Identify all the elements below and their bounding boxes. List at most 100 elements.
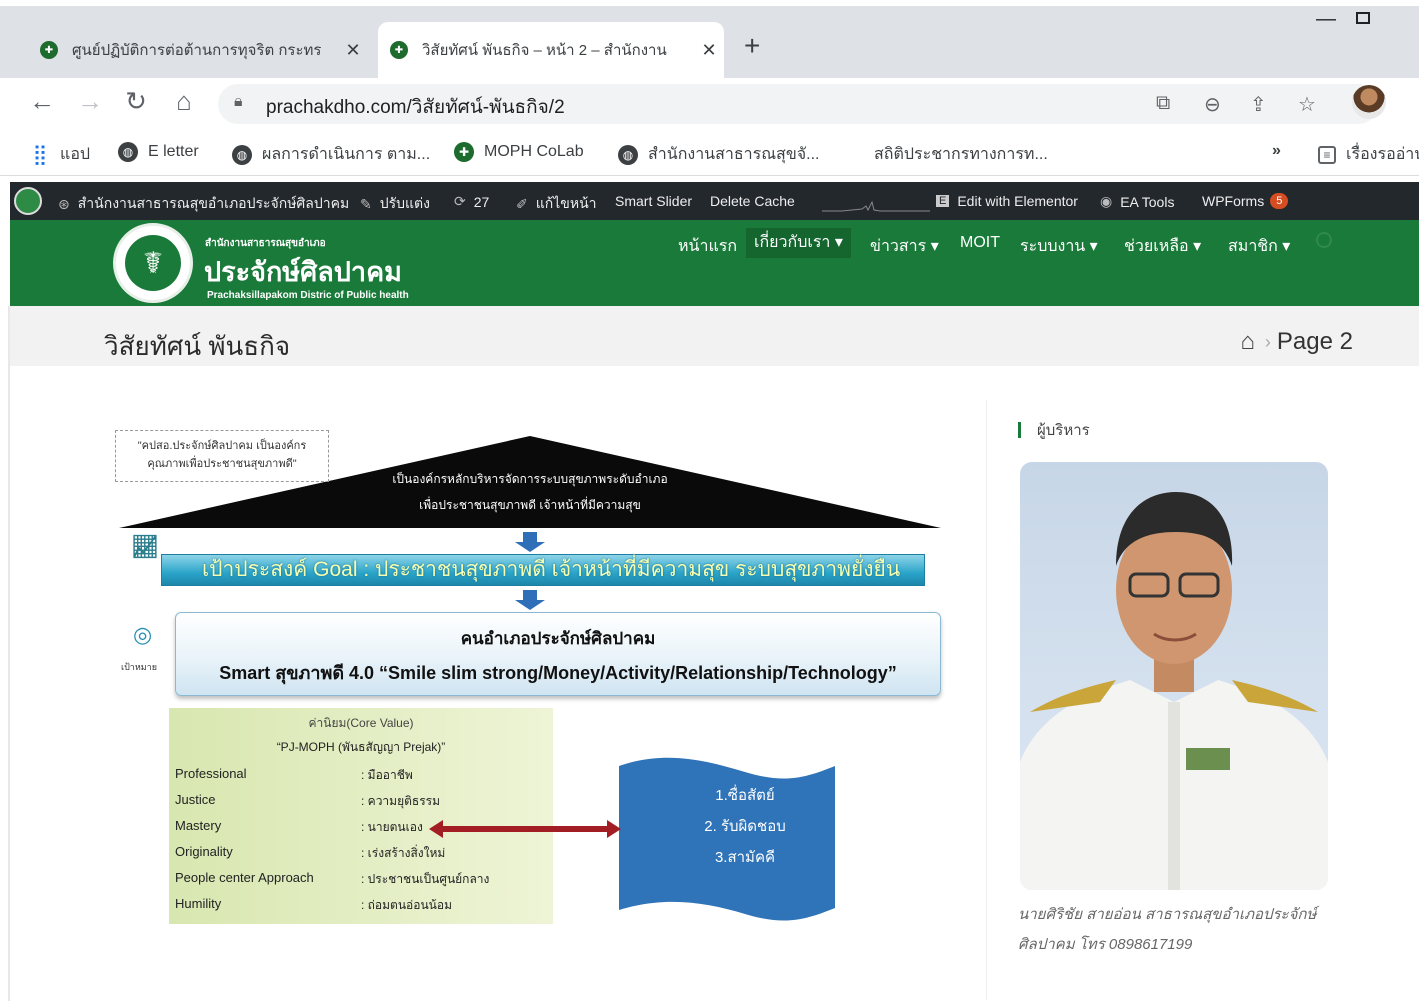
nav-about[interactable]: เกี่ยวกับเรา ▾ [746,228,851,258]
admin-wpforms-label: WPForms [1202,193,1265,209]
admin-delete-cache[interactable]: Delete Cache [710,193,795,209]
flag-line: 1.ซื่อสัตย์ [715,787,775,804]
reload-icon[interactable]: ↻ [118,86,154,117]
lock-icon[interactable]: 🔒︎ [234,93,243,111]
tab-title: ศูนย์ปฏิบัติการต่อต้านการทุจริต กระทร [72,42,322,59]
back-arrow-icon[interactable]: ← [24,86,60,117]
url-text[interactable]: prachakdho.com/วิสัยทัศน์-พันธกิจ/2 [266,92,565,122]
vision-line: เป็นองค์กรหลักบริหารจัดการระบบสุขภาพระดั… [392,472,668,486]
bookmark-moph-colab[interactable]: ✚ MOPH CoLab [454,142,584,162]
bookmark-population-stats[interactable]: สถิติประชากรทางการท... [874,142,1048,167]
page-edge-line [8,306,10,1001]
new-tab-plus-icon[interactable]: + [744,30,760,62]
bookmark-apps[interactable]: ⣿ แอป [30,142,90,167]
minimize-icon[interactable]: — [1316,8,1336,31]
core-value-en: Professional [175,766,247,781]
admin-site-name: สำนักงานสาธารณสุขอำเภอประจักษ์ศิลปาคม [77,195,350,211]
quote-box: "คปสอ.ประจักษ์ศิลปาคม เป็นองค์กร คุณภาพเ… [115,430,329,482]
page-title: วิสัยทัศน์ พันธกิจ [104,331,291,361]
caduceus-icon: ☤ [125,235,181,291]
globe-icon: ◍ [618,144,638,165]
site-logo-icon[interactable] [14,187,42,215]
page-title-bar: วิสัยทัศน์ พันธกิจ ⌂ › Page 2 [10,306,1419,366]
notification-badge: 5 [1270,193,1289,209]
admin-customize-label: ปรับแต่ง [379,195,430,211]
moph-favicon-icon: ✚ [40,41,58,59]
address-bar[interactable]: 🔒︎ prachakdho.com/วิสัยทัศน์-พันธกิจ/2 ⧉… [218,84,1378,124]
browser-toolbar: ← → ↻ ⌂ 🔒︎ prachakdho.com/วิสัยทัศน์-พัน… [0,78,1419,130]
profile-avatar[interactable] [1352,85,1386,119]
core-subtitle: “PJ-MOPH (พันธสัญญา Prejak)” [276,740,446,754]
home-icon[interactable]: ⌂ [166,86,202,117]
vision-line: เพื่อประชาชนสุขภาพดี เจ้าหน้าที่มีความสุ… [419,498,641,512]
zoom-out-icon[interactable]: ⊖ [1204,92,1221,117]
nav-systems[interactable]: ระบบงาน ▾ [1020,234,1098,259]
forward-arrow-icon[interactable]: → [72,86,108,117]
core-value-th: : มืออาชีพ [361,768,413,782]
target-box: คนอำเภอประจักษ์ศิลปาคม Smart สุขภาพดี 4.… [175,612,941,696]
nav-home[interactable]: หน้าแรก [678,234,737,259]
executive-caption: นายศิริชัย สายอ่อน สาธารณสุขอำเภอประจักษ… [1018,906,1317,953]
search-icon[interactable] [1316,232,1332,248]
bookmark-star-icon[interactable]: ☆ [1298,92,1316,117]
core-value-th: : นายตนเอง [361,820,423,834]
bookmark-provincial-office[interactable]: ◍ สำนักงานสาธารณสุขจั... [618,142,819,167]
widget-title: ผู้บริหาร [1018,418,1090,442]
tab-strip: ✚ ศูนย์ปฏิบัติการต่อต้านการทุจริต กระทร … [0,0,1419,78]
core-value-en: Humility [175,896,222,911]
nav-news[interactable]: ข่าวสาร ▾ [870,234,939,259]
admin-customize[interactable]: ✎ ปรับแต่ง [360,193,430,215]
share-icon[interactable]: ⇪ [1250,92,1267,117]
bookmarks-overflow-chevron[interactable]: » [1272,142,1281,160]
up-arrow-icon [515,590,545,610]
site-name-en: Prachaksillapakom Distric of Public heal… [207,290,409,301]
site-subtitle: สำนักงานสาธารณสุขอำเภอ [205,238,326,249]
site-header: ☤ สำนักงานสาธารณสุขอำเภอ ประจักษ์ศิลปาคม… [10,220,1419,306]
vision-text: เป็นองค์กรหลักบริหารจัดการระบบสุขภาพระดั… [375,466,685,518]
bookmark-label: สำนักงานสาธารณสุขจั... [648,146,820,163]
bookmark-label: สถิติประชากรทางการท... [874,146,1048,163]
admin-elementor[interactable]: E Edit with Elementor [936,193,1078,209]
bookmark-results[interactable]: ◍ ผลการดำเนินการ ตาม... [232,142,430,167]
translate-icon[interactable]: ⧉ [1156,92,1170,115]
globe-icon: ◍ [232,144,252,165]
tab-active[interactable]: ✚ วิสัยทัศน์ พันธกิจ – หน้า 2 – สำนักงาน… [378,22,724,78]
close-icon[interactable]: ✕ [338,40,368,61]
nav-moit[interactable]: MOIT [960,234,1000,252]
admin-updates[interactable]: ⟳ 27 [454,193,489,210]
site-name[interactable]: ประจักษ์ศิลปาคม [204,250,402,293]
home-icon[interactable]: ⌂ [1240,328,1255,356]
close-icon[interactable]: ✕ [694,40,724,61]
moph-seal-logo[interactable]: ☤ [113,223,193,303]
nav-members[interactable]: สมาชิก ▾ [1228,234,1290,259]
moph-favicon-icon: ✚ [454,142,474,162]
admin-ea-tools[interactable]: ◉ EA Tools [1100,193,1174,210]
up-arrow-icon [515,532,545,552]
tab-inactive[interactable]: ✚ ศูนย์ปฏิบัติการต่อต้านการทุจริต กระทร … [28,22,368,78]
target-label: เป้าหมาย [121,662,158,672]
nav-help[interactable]: ช่วยเหลือ ▾ [1124,234,1201,259]
core-value-th: : เร่งสร้างสิ่งใหม่ [361,846,446,860]
bookmark-label: MOPH CoLab [484,143,584,160]
admin-elementor-label: Edit with Elementor [957,193,1078,209]
ea-tools-icon: ◉ [1100,193,1113,209]
target-text: Smart สุขภาพดี 4.0 “Smile slim strong/Mo… [219,663,897,683]
breadcrumb-separator-icon: › [1264,331,1271,352]
admin-site-link[interactable]: ⊛ สำนักงานสาธารณสุขอำเภอประจักษ์ศิลปาคม [58,193,349,215]
admin-smart-slider[interactable]: Smart Slider [615,193,692,209]
reading-list[interactable]: ≡ เรื่องรออ่าน [1318,142,1419,167]
tab-title: วิสัยทัศน์ พันธกิจ – หน้า 2 – สำนักงาน [422,42,667,59]
vision-diagram: "คปสอ.ประจักษ์ศิลปาคม เป็นองค์กร คุณภาพเ… [105,420,955,940]
bookmark-eletter[interactable]: ◍ E letter [118,142,199,162]
executive-photo [1020,462,1328,890]
stats-sparkline [822,200,930,212]
core-value-en: Originality [175,844,233,859]
admin-wpforms[interactable]: WPForms 5 [1202,193,1289,209]
pencil-icon: ✐ [516,195,528,212]
elementor-icon: E [936,195,950,207]
core-value-th: : ความยุติธรรม [361,794,441,808]
maximize-icon[interactable] [1356,12,1370,24]
admin-edit-page[interactable]: ✐ แก้ไขหน้า [516,193,597,215]
core-value-en: Justice [175,792,216,807]
sidebar-divider [986,400,987,1000]
